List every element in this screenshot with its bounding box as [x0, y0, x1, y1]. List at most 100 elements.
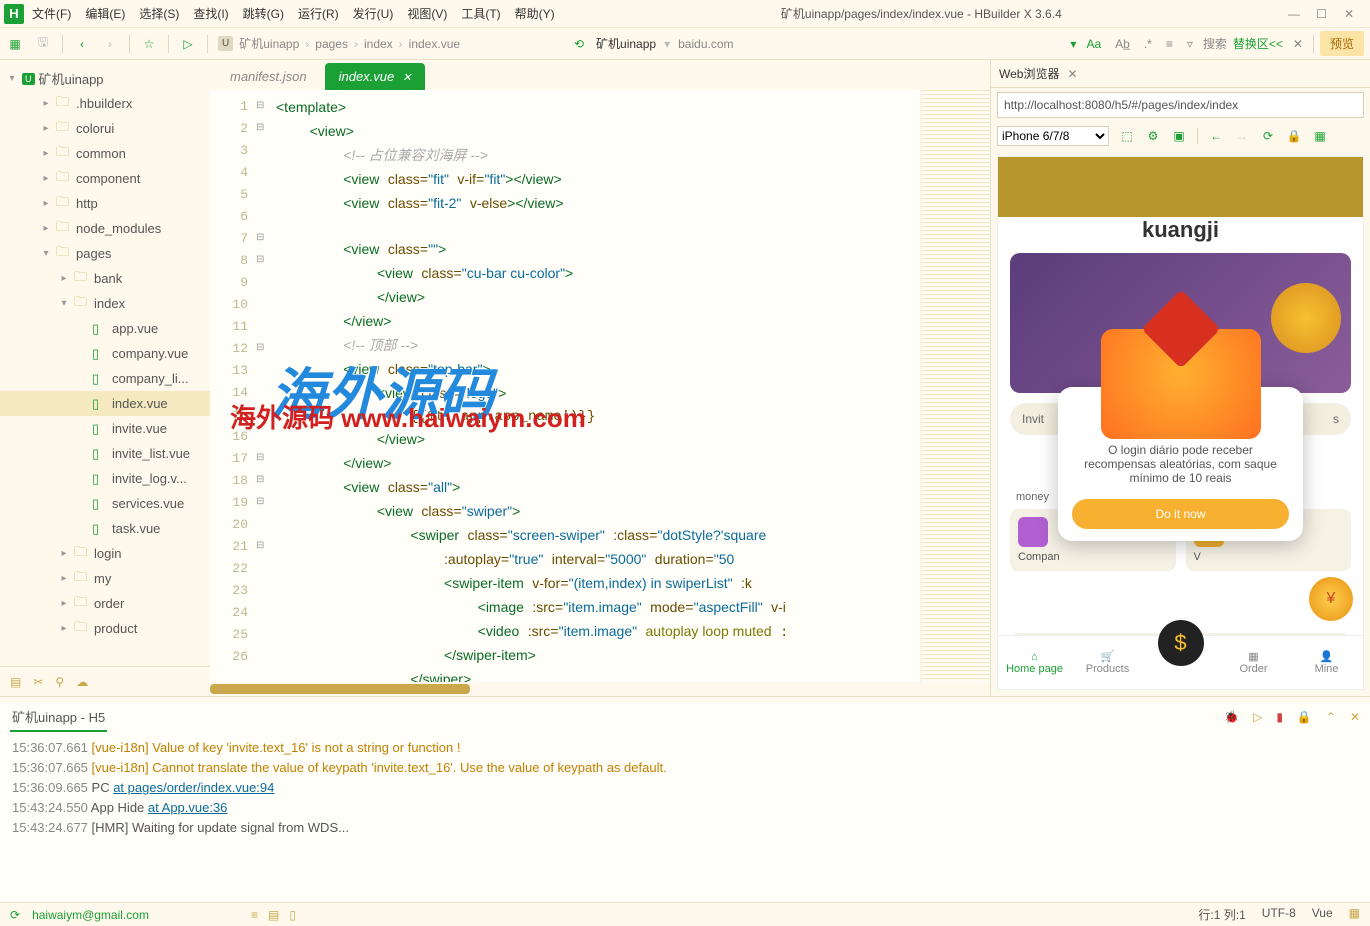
tree-folder[interactable]: ▾🗀index — [0, 291, 210, 316]
tree-folder[interactable]: ▸🗀login — [0, 541, 210, 566]
menu-item[interactable]: 选择(S) — [139, 5, 179, 22]
tree-folder[interactable]: ▸🗀common — [0, 141, 210, 166]
aa-icon[interactable]: Aa — [1082, 35, 1105, 53]
search-site[interactable]: baidu.com — [678, 37, 733, 51]
tree-file[interactable]: ▯services.vue — [0, 491, 210, 516]
search-label[interactable]: 搜索 — [1203, 35, 1227, 52]
tree-folder[interactable]: ▸🗀http — [0, 191, 210, 216]
close-preview-tab-icon[interactable]: ✕ — [1067, 67, 1077, 81]
tab-home[interactable]: ⌂Home page — [998, 636, 1071, 689]
gear-icon[interactable]: ⚙ — [1145, 129, 1161, 143]
tree-folder[interactable]: ▸🗀order — [0, 591, 210, 616]
tree-folder[interactable]: ▸🗀component — [0, 166, 210, 191]
tree-root[interactable]: ▾U矿机uinapp — [0, 66, 210, 91]
close-console-icon[interactable]: ✕ — [1350, 710, 1360, 724]
menu-item[interactable]: 视图(V) — [407, 5, 447, 22]
preview-tab[interactable]: Web浏览器 — [999, 65, 1059, 82]
menu-item[interactable]: 编辑(E) — [85, 5, 125, 22]
preview-button[interactable]: 预览 — [1320, 31, 1364, 56]
menu-item[interactable]: 发行(U) — [353, 5, 394, 22]
star-icon[interactable]: ☆ — [140, 35, 158, 53]
back-icon[interactable]: ‹ — [73, 35, 91, 53]
tree-folder[interactable]: ▸🗀bank — [0, 266, 210, 291]
run-icon[interactable]: ▷ — [179, 35, 197, 53]
search-scope-icon[interactable]: ⟲ — [570, 35, 588, 53]
tab-order[interactable]: ▦Order — [1217, 636, 1290, 689]
do-it-now-button[interactable]: Do it now — [1072, 499, 1289, 529]
device-select[interactable]: iPhone 6/7/8 — [997, 126, 1109, 146]
lock-icon[interactable]: 🔒 — [1286, 129, 1302, 143]
tree-folder[interactable]: ▸🗀node_modules — [0, 216, 210, 241]
sync-icon[interactable]: ⟳ — [10, 908, 20, 922]
ab-icon[interactable]: Ab̲ — [1111, 35, 1134, 53]
gift-icon — [1101, 329, 1261, 439]
grid-icon[interactable]: ▦ — [1312, 129, 1328, 143]
language-mode[interactable]: Vue — [1312, 906, 1333, 923]
nav-forward-icon[interactable]: → — [1234, 129, 1250, 143]
collapse-icon[interactable]: ⌃ — [1326, 710, 1336, 724]
filter-icon[interactable]: ▿ — [1183, 35, 1197, 53]
tree-folder[interactable]: ▾🗀pages — [0, 241, 210, 266]
layout-icon[interactable]: ▤ — [268, 908, 279, 922]
reload-icon[interactable]: ⟳ — [1260, 129, 1276, 143]
coin-fab[interactable]: ¥ — [1309, 577, 1353, 621]
tab-products[interactable]: 🛒Products — [1071, 636, 1144, 689]
tree-file[interactable]: ▯company_li... — [0, 366, 210, 391]
tree-folder[interactable]: ▸🗀my — [0, 566, 210, 591]
minimize-icon[interactable]: — — [1288, 7, 1302, 21]
bug-icon[interactable]: 🐞 — [1224, 710, 1239, 724]
menu-item[interactable]: 运行(R) — [298, 5, 339, 22]
menu-item[interactable]: 工具(T) — [461, 5, 500, 22]
find-icon[interactable]: ⚲ — [55, 675, 64, 689]
app-logo: H — [4, 4, 24, 24]
terminal-icon[interactable]: ▯ — [289, 908, 296, 922]
tree-file[interactable]: ▯task.vue — [0, 516, 210, 541]
indent-icon[interactable]: ≡ — [251, 908, 258, 922]
editor-tab[interactable]: index.vue✕ — [325, 63, 426, 90]
regex-icon[interactable]: .* — [1140, 35, 1156, 53]
cloud-icon[interactable]: ☁ — [76, 675, 88, 689]
close-icon[interactable]: ✕ — [1344, 7, 1358, 21]
maximize-icon[interactable]: ☐ — [1316, 7, 1330, 21]
play-icon[interactable]: ▷ — [1253, 710, 1262, 724]
close-search-icon[interactable]: ✕ — [1289, 35, 1307, 53]
tree-folder[interactable]: ▸🗀colorui — [0, 116, 210, 141]
menu-item[interactable]: 查找(I) — [193, 5, 228, 22]
dollar-fab[interactable]: $ — [1158, 620, 1204, 666]
horizontal-scrollbar[interactable] — [210, 682, 990, 696]
grid-status-icon[interactable]: ▦ — [1349, 906, 1360, 923]
menu-item[interactable]: 帮助(Y) — [515, 5, 555, 22]
tab-mine[interactable]: 👤Mine — [1290, 636, 1363, 689]
tree-file[interactable]: ▯invite_log.v... — [0, 466, 210, 491]
new-file-icon[interactable]: ▦ — [6, 35, 24, 53]
forward-icon[interactable]: › — [101, 35, 119, 53]
tree-file[interactable]: ▯index.vue — [0, 391, 210, 416]
nav-back-icon[interactable]: ← — [1208, 129, 1224, 143]
search-project[interactable]: 矿机uinapp — [596, 35, 656, 52]
list-icon[interactable]: ≡ — [1162, 35, 1177, 53]
tree-file[interactable]: ▯app.vue — [0, 316, 210, 341]
rotate-icon[interactable]: ⬚ — [1119, 129, 1135, 143]
lock-console-icon[interactable]: 🔒 — [1297, 710, 1312, 724]
tree-file[interactable]: ▯company.vue — [0, 341, 210, 366]
menu-item[interactable]: 跳转(G) — [243, 5, 284, 22]
tree-file[interactable]: ▯invite_list.vue — [0, 441, 210, 466]
save-icon[interactable]: 🖫 — [34, 35, 52, 53]
tree-folder[interactable]: ▸🗀product — [0, 616, 210, 641]
console-tab[interactable]: 矿机uinapp - H5 — [10, 703, 107, 732]
editor-tab[interactable]: manifest.json — [216, 63, 321, 90]
minimap[interactable] — [920, 90, 990, 682]
breadcrumb[interactable]: U 矿机uinapp › pages › index › index.vue — [218, 35, 460, 52]
menu-item[interactable]: 文件(F) — [32, 5, 71, 22]
user-email[interactable]: haiwaiym@gmail.com — [32, 908, 149, 922]
tree-file[interactable]: ▯invite.vue — [0, 416, 210, 441]
encoding[interactable]: UTF-8 — [1262, 906, 1296, 923]
preview-url-input[interactable]: http://localhost:8080/h5/#/pages/index/i… — [997, 92, 1364, 118]
replace-label[interactable]: 替换区<< — [1233, 35, 1283, 52]
code-editor[interactable]: 1234567891011121314151617181920212223242… — [210, 90, 990, 682]
tree-folder[interactable]: ▸🗀.hbuilderx — [0, 91, 210, 116]
tools-icon[interactable]: ✂ — [33, 675, 43, 689]
panel-icon[interactable]: ▤ — [10, 675, 21, 689]
screenshot-icon[interactable]: ▣ — [1171, 129, 1187, 143]
stop-icon[interactable]: ▮ — [1276, 710, 1283, 724]
